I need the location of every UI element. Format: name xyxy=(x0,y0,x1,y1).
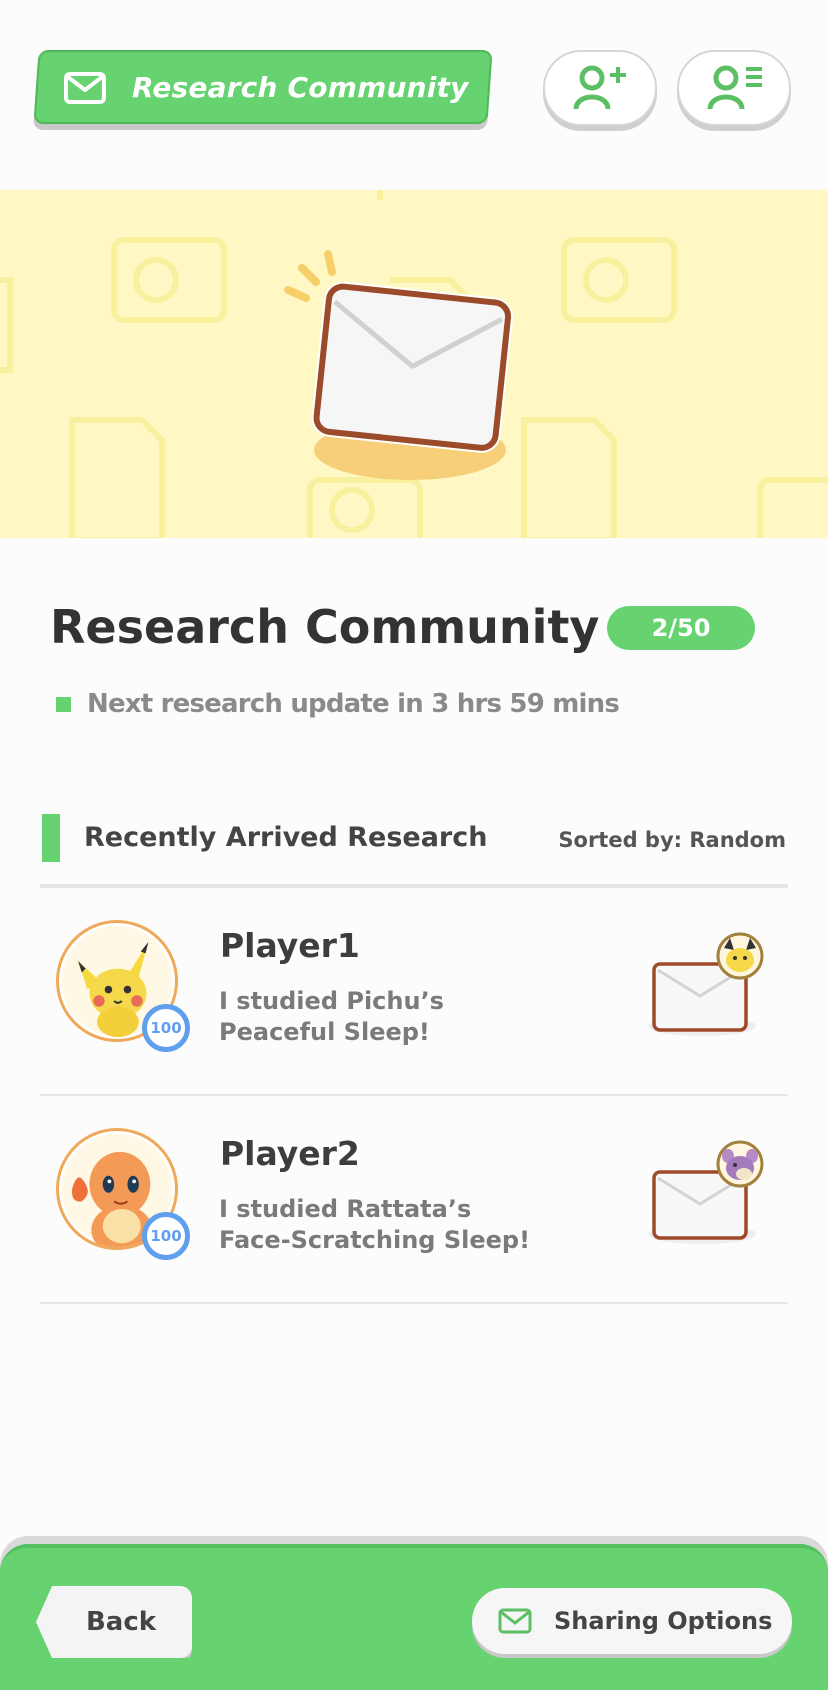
research-message-line: I studied Rattata’s xyxy=(219,1195,472,1223)
envelope-icon xyxy=(648,1140,764,1244)
list-header-label: Recently Arrived Research xyxy=(84,822,488,853)
player-name: Player2 xyxy=(220,1134,360,1173)
sharing-options-button[interactable]: Sharing Options xyxy=(472,1588,792,1654)
research-message-line: I studied Pichu’s xyxy=(219,987,444,1015)
footer-bar: Back Sharing Options xyxy=(0,1544,828,1690)
banner-illustration xyxy=(0,190,828,538)
mail-icon xyxy=(64,71,106,103)
rattata-icon xyxy=(716,1140,764,1188)
person-list-icon xyxy=(707,65,762,110)
back-button[interactable]: Back xyxy=(36,1586,192,1658)
research-count-badge: 2/50 xyxy=(607,606,755,650)
envelope-icon xyxy=(284,250,514,480)
research-message: I studied Rattata’s Face-Scratching Slee… xyxy=(219,1194,559,1256)
research-message: I studied Pichu’s Peaceful Sleep! xyxy=(219,986,559,1048)
list-item[interactable]: 100 Player2 I studied Rattata’s Face-Scr… xyxy=(40,1098,788,1304)
research-community-screen: Research Community Research Community 2/… xyxy=(0,0,828,1690)
friend-list-button[interactable] xyxy=(677,50,791,126)
player-name: Player1 xyxy=(220,926,360,965)
pichu-icon xyxy=(716,932,764,980)
person-plus-icon xyxy=(573,65,626,110)
mail-icon xyxy=(498,1608,532,1634)
list-header-accent xyxy=(42,814,60,862)
research-message-line: Peaceful Sleep! xyxy=(219,1018,430,1046)
envelope-icon xyxy=(648,932,764,1036)
status-square-icon xyxy=(56,696,71,712)
update-status: Next research update in 3 hrs 59 mins xyxy=(56,689,620,719)
list-item[interactable]: 100 Player1 I studied Pichu’s Peaceful S… xyxy=(40,890,788,1096)
update-text: Next research update in 3 hrs 59 mins xyxy=(87,689,620,719)
header-title-tab: Research Community xyxy=(33,50,493,124)
page-title: Research Community xyxy=(50,600,600,654)
sharing-options-label: Sharing Options xyxy=(554,1607,773,1635)
header-title: Research Community xyxy=(132,70,469,104)
list-header: Recently Arrived Research Sorted by: Ran… xyxy=(40,814,788,888)
add-friend-button[interactable] xyxy=(543,50,657,126)
level-badge: 100 xyxy=(142,1004,190,1052)
sort-label[interactable]: Sorted by: Random xyxy=(558,828,786,852)
research-message-line: Face-Scratching Sleep! xyxy=(219,1226,531,1254)
level-badge: 100 xyxy=(142,1212,190,1260)
